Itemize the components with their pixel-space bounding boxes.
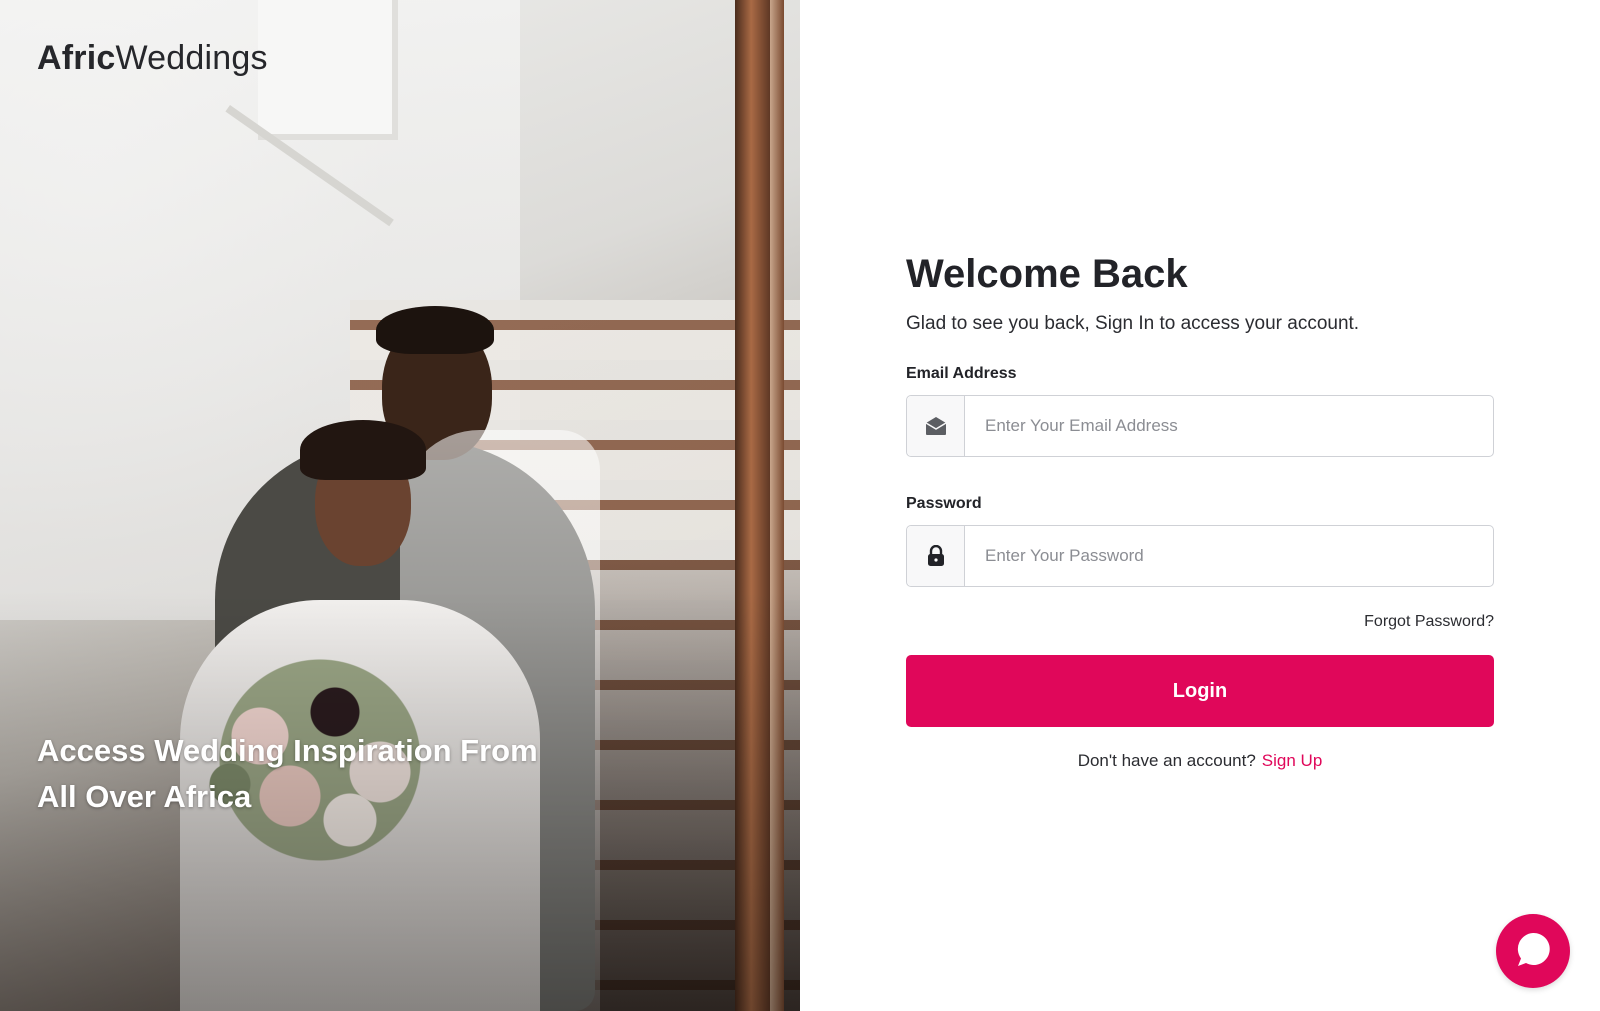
hero-tagline-line1: Access Wedding Inspiration From	[37, 733, 538, 768]
password-input-group	[906, 525, 1494, 587]
email-addon	[907, 396, 965, 456]
envelope-icon	[925, 416, 947, 436]
password-addon	[907, 526, 965, 586]
lock-icon	[926, 545, 946, 567]
hero-window	[258, 0, 398, 140]
email-input[interactable]	[965, 396, 1493, 456]
hero-tagline-line2: All Over Africa	[37, 779, 252, 814]
signup-row: Don't have an account? Sign Up	[906, 751, 1494, 771]
hero-bride-hair	[300, 420, 426, 480]
hero-panel: AfricWeddings Access Wedding Inspiration…	[0, 0, 800, 1011]
email-label: Email Address	[906, 365, 1017, 382]
hero-tagline: Access Wedding Inspiration From All Over…	[37, 728, 557, 820]
page-title: Welcome Back	[906, 252, 1188, 296]
forgot-password-link[interactable]: Forgot Password?	[1364, 613, 1494, 630]
chat-bubble-icon	[1513, 929, 1553, 974]
login-button[interactable]: Login	[906, 655, 1494, 727]
hero-groom-hair	[376, 306, 494, 354]
login-form: Welcome Back Glad to see you back, Sign …	[906, 248, 1494, 771]
logo-text-bold: Afric	[37, 39, 116, 77]
password-input[interactable]	[965, 526, 1493, 586]
email-input-group	[906, 395, 1494, 457]
page-subtitle: Glad to see you back, Sign In to access …	[906, 313, 1360, 334]
password-label: Password	[906, 495, 982, 512]
signup-link[interactable]: Sign Up	[1262, 751, 1322, 770]
chat-button[interactable]	[1496, 914, 1570, 988]
logo-text-light: Weddings	[115, 39, 268, 77]
forgot-row: Forgot Password?	[906, 613, 1494, 631]
signup-prompt: Don't have an account?	[1077, 751, 1256, 770]
site-logo[interactable]: AfricWeddings	[37, 36, 268, 80]
